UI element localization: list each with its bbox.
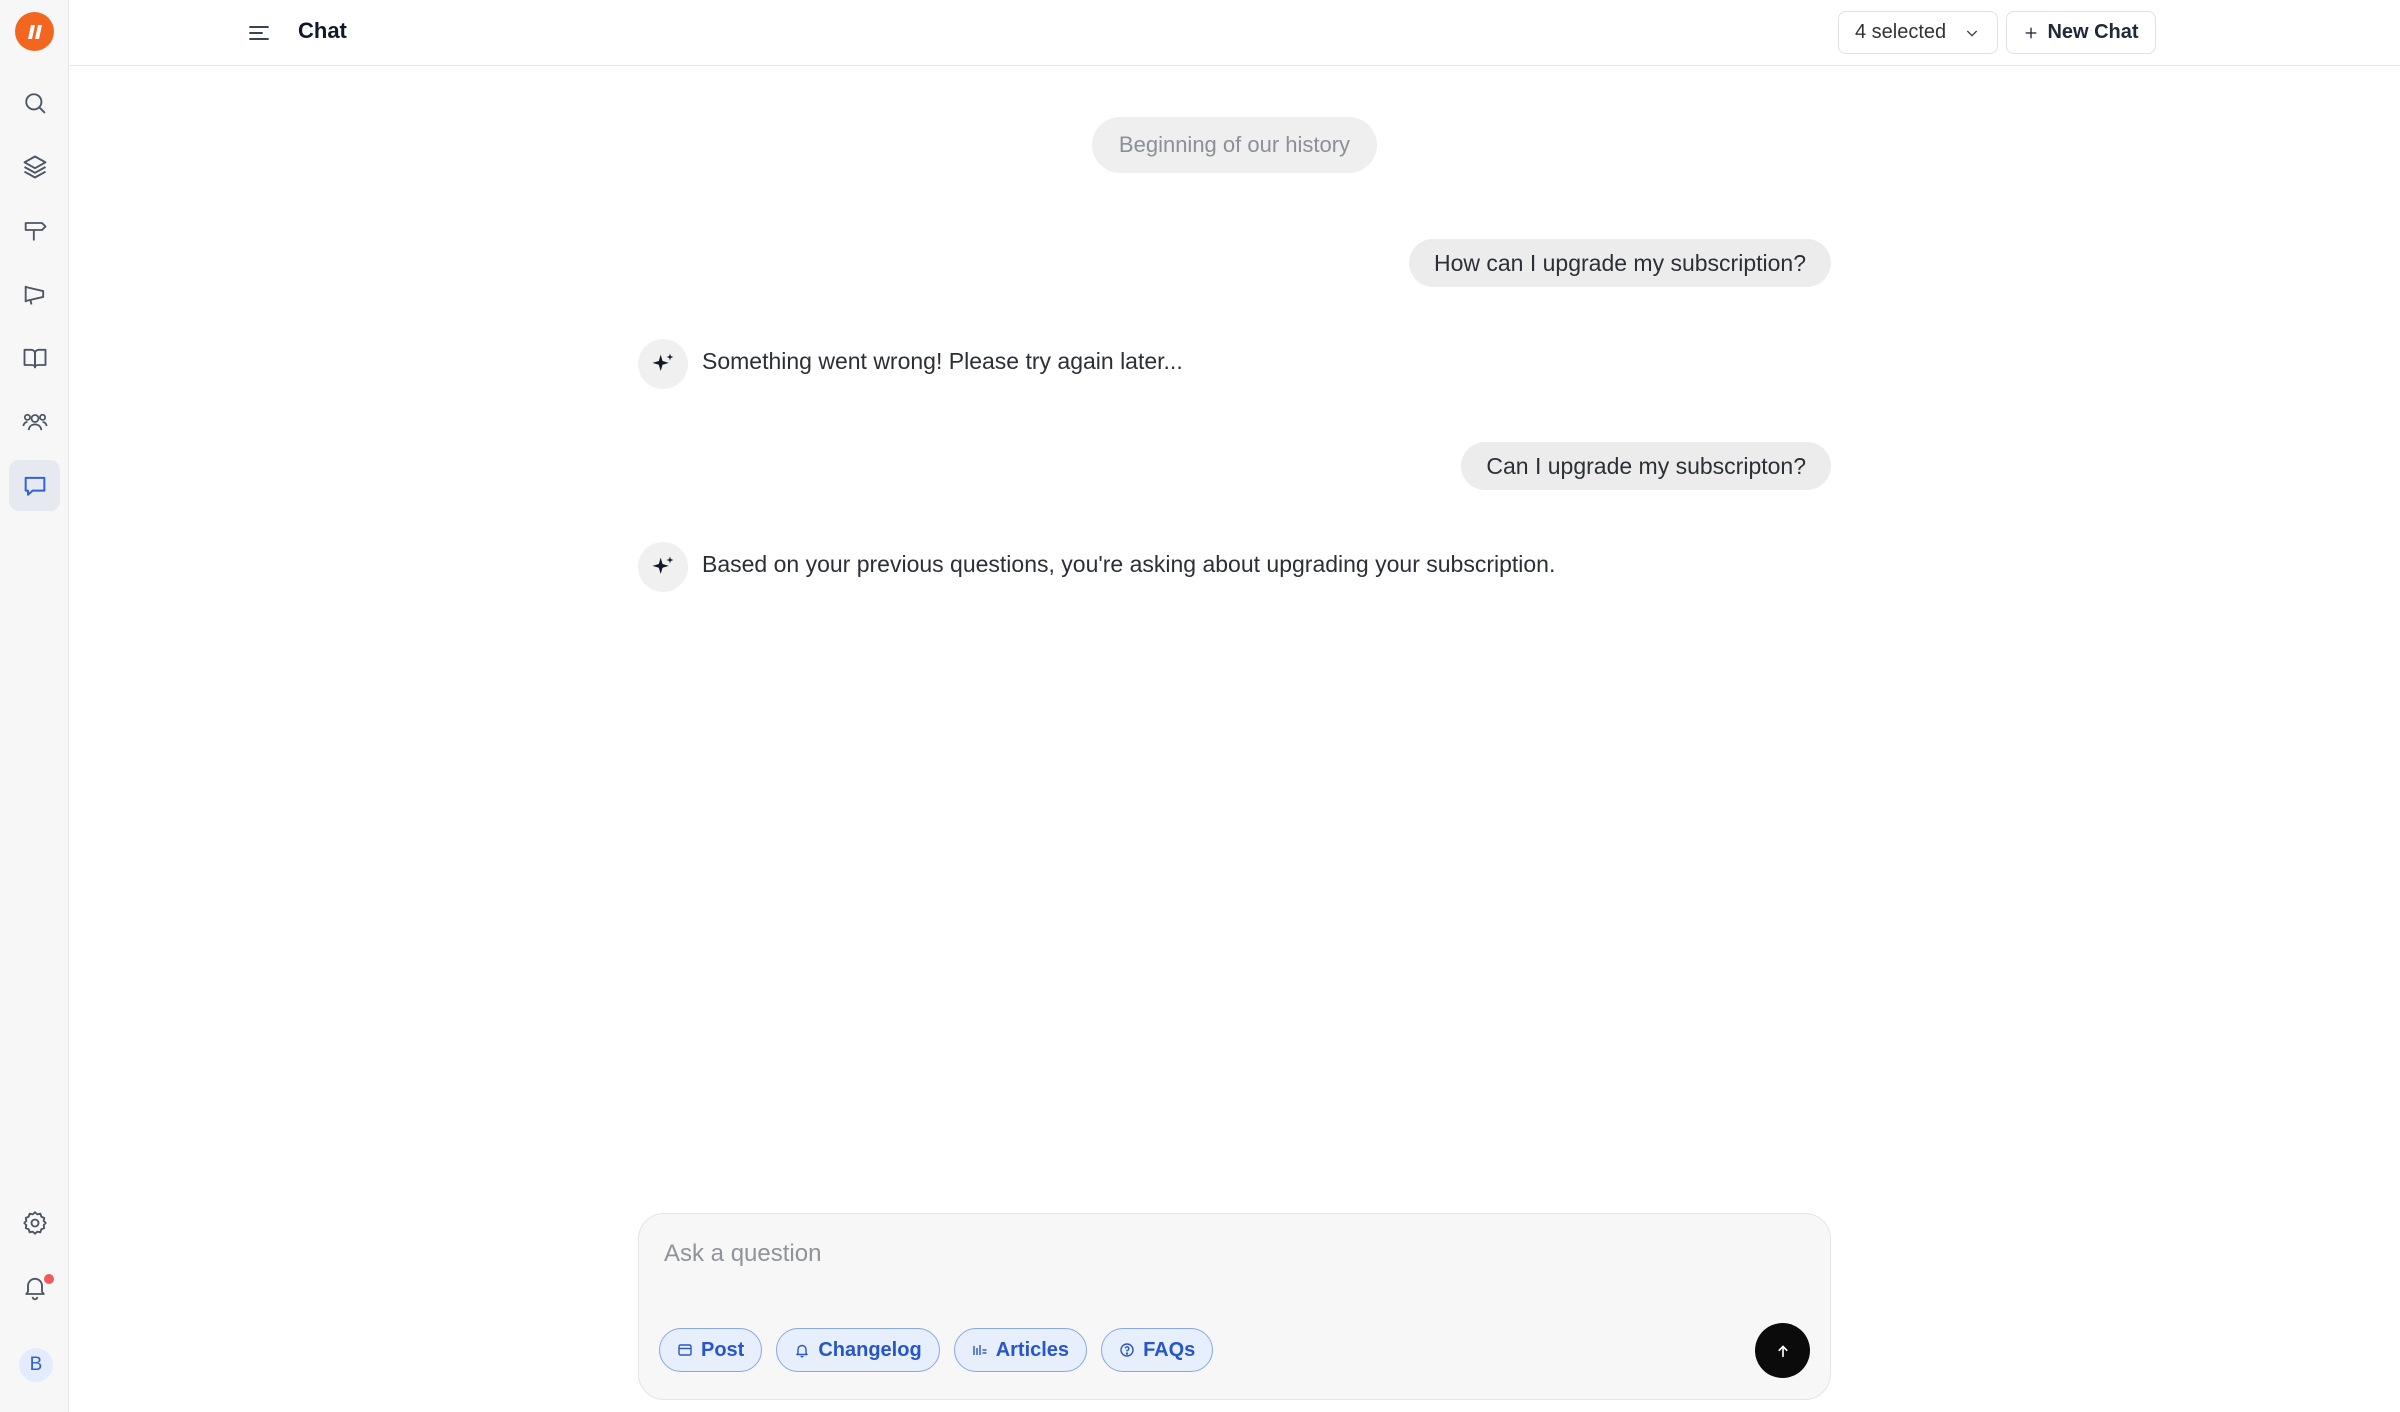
chip-label: FAQs — [1143, 1338, 1196, 1361]
post-icon — [678, 1344, 692, 1356]
sidebar-item-knowledge-base[interactable] — [9, 332, 60, 383]
chip-label: Articles — [995, 1338, 1070, 1361]
chip-articles[interactable]: Articles — [953, 1328, 1088, 1372]
book-icon — [23, 348, 46, 368]
send-button[interactable] — [1755, 1323, 1810, 1378]
message-text: Can I upgrade my subscripton? — [1486, 452, 1806, 479]
avatar[interactable]: B — [19, 1348, 53, 1382]
chat-composer: Post Changelog Articles FAQs — [638, 1213, 1831, 1400]
user-message: Can I upgrade my subscripton? — [1461, 442, 1831, 490]
assistant-message: Based on your previous questions, you're… — [638, 542, 1555, 592]
message-text: Based on your previous questions, you're… — [702, 551, 1556, 577]
question-circle-icon — [1120, 1343, 1134, 1357]
source-chips: Post Changelog Articles FAQs — [659, 1328, 1214, 1372]
message-text: How can I upgrade my subscription? — [1433, 249, 1806, 276]
source-selector-dropdown[interactable]: 4 selected — [1838, 11, 1998, 54]
chip-label: Changelog — [818, 1338, 922, 1361]
sidebar-item-settings[interactable] — [9, 1197, 60, 1248]
notification-dot — [44, 1274, 54, 1284]
sidebar-item-layers[interactable] — [9, 141, 60, 192]
product-logo-icon[interactable] — [15, 12, 54, 51]
sparkle-icon — [652, 353, 674, 371]
chevron-down-icon — [1967, 30, 1978, 37]
user-message: How can I upgrade my subscription? — [1408, 239, 1831, 287]
sidebar-item-search[interactable] — [9, 77, 60, 128]
gear-icon — [22, 1210, 47, 1235]
chip-changelog[interactable]: Changelog — [776, 1328, 940, 1372]
bell-icon — [796, 1344, 809, 1358]
menu-icon — [249, 26, 269, 40]
page-title: Chat — [298, 18, 347, 43]
question-input[interactable] — [664, 1234, 1764, 1274]
chip-faqs[interactable]: FAQs — [1101, 1328, 1214, 1372]
plus-icon — [2026, 27, 2037, 38]
sidebar-item-announcements[interactable] — [9, 268, 60, 319]
sidebar: B — [0, 0, 69, 1412]
chip-label: Post — [701, 1338, 745, 1361]
sidebar-item-users[interactable] — [9, 396, 60, 447]
logo-mark — [27, 24, 42, 39]
sidebar-item-notifications[interactable] — [9, 1261, 60, 1312]
assistant-avatar — [638, 339, 688, 389]
message-text: Something went wrong! Please try again l… — [702, 348, 1183, 374]
chip-post[interactable]: Post — [659, 1328, 763, 1372]
sidebar-item-roadmap[interactable] — [9, 204, 60, 255]
layers-icon — [23, 155, 46, 178]
chat-icon — [24, 476, 45, 496]
search-icon — [24, 92, 46, 114]
articles-icon — [972, 1345, 987, 1355]
megaphone-icon — [24, 285, 44, 305]
new-chat-label: New Chat — [2047, 21, 2139, 43]
history-start-label: Beginning of our history — [1092, 117, 1377, 173]
signpost-icon — [24, 221, 46, 240]
selector-label: 4 selected — [1855, 21, 1947, 43]
arrow-up-icon — [1777, 1344, 1788, 1357]
menu-toggle-button[interactable] — [244, 18, 274, 48]
assistant-avatar — [638, 542, 688, 592]
sidebar-item-chat[interactable] — [9, 460, 60, 511]
users-icon — [21, 413, 48, 430]
sparkle-icon — [652, 556, 674, 574]
new-chat-button[interactable]: New Chat — [2006, 11, 2156, 54]
assistant-message: Something went wrong! Please try again l… — [638, 339, 1183, 389]
